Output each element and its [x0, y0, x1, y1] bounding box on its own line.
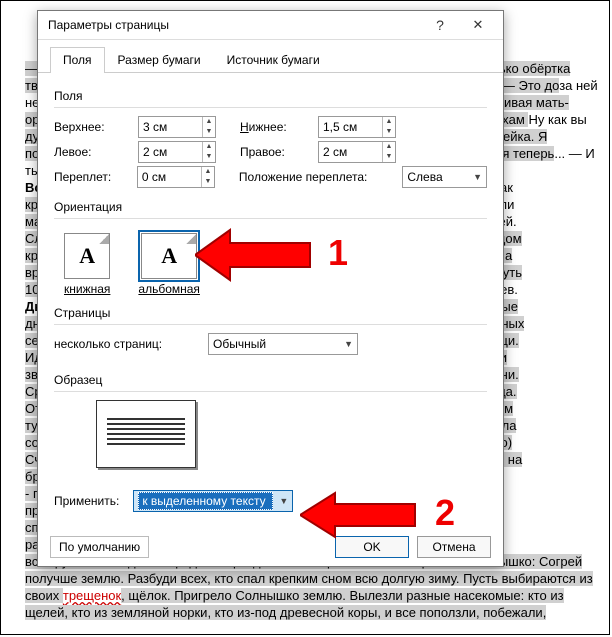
gutter-position-select[interactable]: Слева ▼ — [402, 166, 487, 188]
ok-button[interactable]: OK — [335, 536, 409, 558]
orientation-portrait[interactable]: A книжная — [64, 233, 110, 296]
tabs: Поля Размер бумаги Источник бумаги — [38, 40, 503, 73]
margin-gutter-input[interactable] — [138, 167, 201, 187]
preview-icon — [96, 400, 196, 468]
margin-bottom-input[interactable] — [319, 117, 382, 137]
spin-down-icon[interactable]: ▼ — [203, 127, 215, 137]
tab-pane-margins: Поля Верхнее: ▲▼ Нижнее: ▲▼ Левое: ▲▼ Пр… — [38, 73, 503, 524]
margin-bottom-label: Нижнее: — [240, 120, 294, 134]
group-margins-title: Поля — [54, 89, 487, 103]
dialog-titlebar[interactable]: Параметры страницы ? ✕ — [38, 11, 503, 40]
tab-paper-size[interactable]: Размер бумаги — [105, 47, 214, 73]
margin-gutter-spinner[interactable]: ▲▼ — [137, 166, 215, 188]
margin-right-spinner[interactable]: ▲▼ — [318, 141, 396, 163]
spin-up-icon[interactable]: ▲ — [383, 142, 395, 152]
orientation-portrait-label: книжная — [64, 282, 110, 296]
chevron-down-icon: ▼ — [344, 339, 353, 349]
multi-pages-value: Обычный — [213, 337, 266, 351]
gutter-position-label: Положение переплета: — [239, 170, 378, 184]
apply-to-label: Применить: — [54, 494, 119, 508]
group-orientation-title: Ориентация — [54, 200, 487, 214]
spin-up-icon[interactable]: ▲ — [383, 117, 395, 127]
set-default-button[interactable]: По умолчанию — [50, 536, 149, 558]
margin-bottom-spinner[interactable]: ▲▼ — [318, 116, 396, 138]
spin-down-icon[interactable]: ▼ — [383, 127, 395, 137]
spin-down-icon[interactable]: ▼ — [383, 152, 395, 162]
chevron-down-icon: ▼ — [279, 496, 288, 506]
margin-left-label: Левое: — [54, 145, 114, 159]
orientation-landscape-icon: A — [141, 233, 197, 279]
group-preview-title: Образец — [54, 373, 487, 387]
dialog-title: Параметры страницы — [48, 11, 421, 39]
spin-up-icon[interactable]: ▲ — [202, 167, 214, 177]
margin-top-spinner[interactable]: ▲▼ — [138, 116, 216, 138]
apply-to-select[interactable]: к выделенному тексту ▼ — [133, 490, 293, 512]
orientation-portrait-icon: A — [64, 233, 110, 279]
orientation-landscape[interactable]: A альбомная — [138, 233, 200, 296]
multi-pages-select[interactable]: Обычный ▼ — [208, 333, 358, 355]
margin-left-input[interactable] — [139, 142, 202, 162]
gutter-position-value: Слева — [407, 170, 442, 184]
spin-down-icon[interactable]: ▼ — [202, 177, 214, 187]
page-setup-dialog: Параметры страницы ? ✕ Поля Размер бумаг… — [37, 10, 504, 567]
multi-pages-label: несколько страниц: — [54, 337, 194, 351]
orientation-landscape-label: альбомная — [138, 282, 200, 296]
margin-top-label: Верхнее: — [54, 120, 114, 134]
apply-to-value: к выделенному тексту — [138, 492, 273, 510]
margin-gutter-label: Переплет: — [54, 170, 113, 184]
close-button[interactable]: ✕ — [459, 11, 497, 39]
margin-right-input[interactable] — [319, 142, 382, 162]
tab-paper-source[interactable]: Источник бумаги — [214, 47, 333, 73]
spin-up-icon[interactable]: ▲ — [203, 142, 215, 152]
margin-right-label: Правое: — [240, 145, 294, 159]
cancel-button[interactable]: Отмена — [417, 536, 491, 558]
help-button[interactable]: ? — [421, 11, 459, 39]
dialog-footer: По умолчанию OK Отмена — [50, 536, 491, 558]
tab-margins[interactable]: Поля — [50, 47, 105, 73]
margin-left-spinner[interactable]: ▲▼ — [138, 141, 216, 163]
chevron-down-icon: ▼ — [473, 172, 482, 182]
spin-up-icon[interactable]: ▲ — [203, 117, 215, 127]
margin-top-input[interactable] — [139, 117, 202, 137]
spin-down-icon[interactable]: ▼ — [203, 152, 215, 162]
group-pages-title: Страницы — [54, 306, 487, 320]
